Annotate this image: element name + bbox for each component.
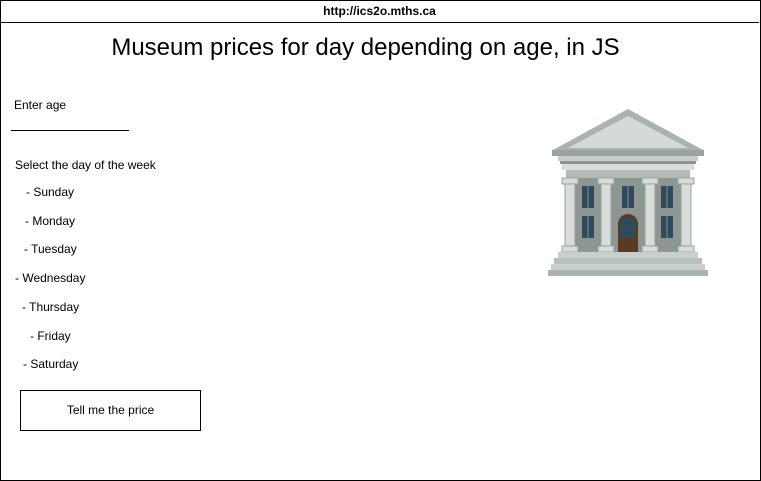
day-option-saturday[interactable]: - Saturday (23, 357, 78, 371)
page-title: Museum prices for day depending on age, … (111, 34, 620, 61)
url-bar[interactable]: http://ics2o.mths.ca (0, 0, 759, 23)
day-option-friday[interactable]: - Friday (30, 329, 71, 343)
day-prompt: Select the day of the week (15, 158, 156, 172)
age-input[interactable] (11, 116, 129, 131)
tell-price-button[interactable]: Tell me the price (20, 390, 201, 431)
museum-building-icon (548, 109, 708, 276)
day-option-sunday[interactable]: - Sunday (26, 185, 74, 199)
day-option-monday[interactable]: - Monday (25, 214, 75, 228)
day-option-wednesday[interactable]: - Wednesday (15, 271, 85, 285)
age-label: Enter age (14, 98, 67, 112)
day-option-tuesday[interactable]: - Tuesday (24, 242, 77, 256)
day-option-thursday[interactable]: - Thursday (22, 300, 79, 314)
